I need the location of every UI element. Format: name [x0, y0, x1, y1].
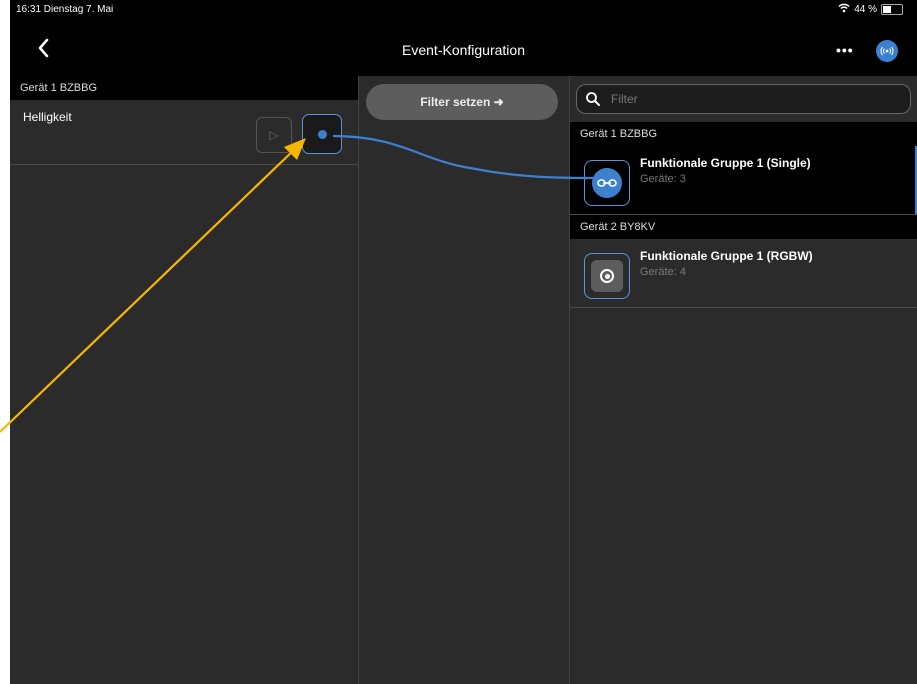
group-name: Funktionale Gruppe 1 (Single): [640, 156, 811, 170]
section-header: Gerät 1 BZBBG: [10, 76, 358, 100]
battery-icon: [881, 4, 903, 15]
parameter-label: Helligkeit: [23, 110, 72, 124]
source-column: Gerät 1 BZBBG Helligkeit ▷: [10, 76, 359, 684]
ipad-screen: 16:31 Dienstag 7. Mai 44 % Event-Konfigu…: [10, 0, 917, 684]
link-icon: [592, 168, 622, 198]
section-header: Gerät 2 BY8KV: [570, 215, 917, 239]
connection-source-button[interactable]: [302, 114, 342, 154]
status-time: 16:31 Dienstag 7. Mai: [16, 4, 114, 15]
status-bar: 16:31 Dienstag 7. Mai 44 %: [10, 0, 917, 20]
play-button[interactable]: ▷: [256, 117, 292, 153]
group-name: Funktionale Gruppe 1 (RGBW): [640, 249, 813, 263]
filter-search-field[interactable]: Filter: [576, 84, 911, 114]
target-column: Filter Gerät 1 BZBBG Funktionale Gruppe …: [570, 76, 917, 684]
navigation-bar: Event-Konfiguration •••: [10, 20, 917, 76]
group-row-rgbw[interactable]: Funktionale Gruppe 1 (RGBW) Geräte: 4: [570, 239, 917, 308]
group-device-count: Geräte: 3: [640, 173, 686, 185]
filter-column: Filter setzen ➜: [359, 76, 570, 684]
group-link-button[interactable]: [584, 160, 630, 206]
page-title: Event-Konfiguration: [402, 42, 525, 58]
search-placeholder: Filter: [611, 92, 638, 106]
live-icon[interactable]: [876, 40, 898, 62]
section-header: Gerät 1 BZBBG: [570, 122, 917, 146]
radio-icon: [591, 260, 623, 292]
battery-percent: 44 %: [854, 4, 877, 15]
more-button[interactable]: •••: [836, 42, 854, 58]
group-row-single[interactable]: Funktionale Gruppe 1 (Single) Geräte: 3: [570, 146, 917, 215]
group-device-count: Geräte: 4: [640, 266, 686, 278]
set-filter-button[interactable]: Filter setzen ➜: [366, 84, 558, 120]
device-section: Gerät 1 BZBBG Funktionale Gruppe 1 (Sing…: [570, 122, 917, 308]
group-select-button[interactable]: [584, 253, 630, 299]
connection-dot-icon: [317, 129, 327, 139]
search-icon: [586, 92, 600, 106]
wifi-icon: [838, 3, 850, 16]
play-icon: ▷: [269, 128, 279, 142]
parameter-row: Helligkeit ▷: [10, 100, 358, 165]
